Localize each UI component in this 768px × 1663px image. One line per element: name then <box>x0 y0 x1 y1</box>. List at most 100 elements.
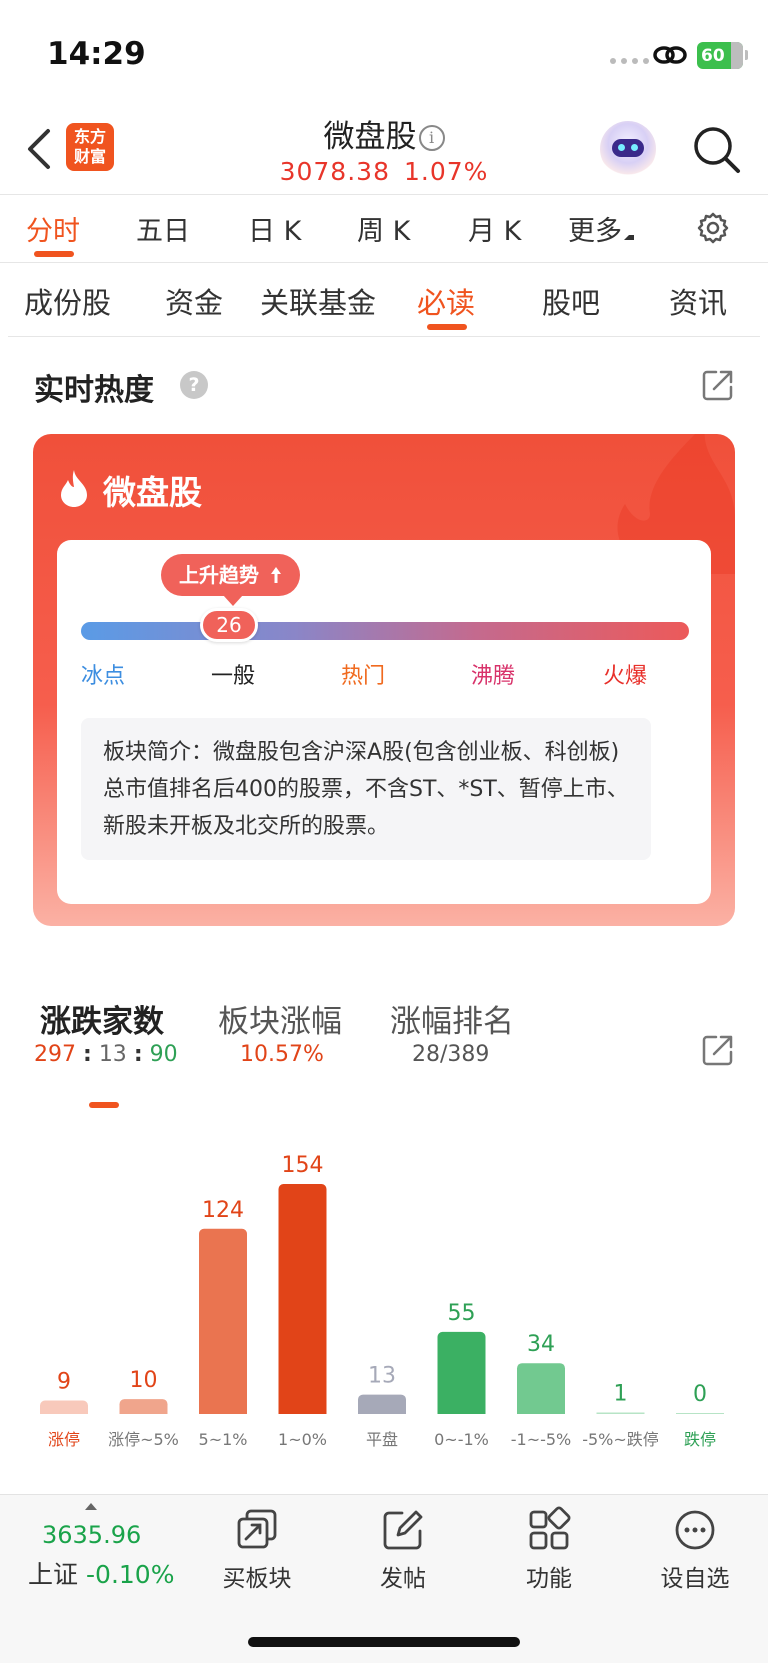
bar-2 <box>199 1228 247 1414</box>
intro-label: 板块简介： <box>103 740 214 765</box>
bar-category-label: 涨停~5% <box>108 1430 179 1449</box>
apps-icon <box>529 1506 571 1550</box>
battery-level: 60 <box>701 45 725 66</box>
bar-base-5 <box>437 1409 486 1414</box>
tab-related-funds[interactable]: 关联基金 <box>260 280 376 322</box>
tab-indicator <box>427 324 467 330</box>
bar-category-label: 0~-1% <box>434 1430 489 1449</box>
separator: : <box>83 1042 92 1067</box>
bar-value-label: 34 <box>527 1332 555 1357</box>
bar-value-label: 0 <box>693 1382 707 1407</box>
gain-rank-value: 28/389 <box>412 1042 490 1067</box>
decliners-count: 90 <box>149 1042 178 1067</box>
bar-value-label: 1 <box>614 1382 628 1407</box>
bar-category-label: -5%~跌停 <box>582 1430 659 1449</box>
tab-monthly-k[interactable]: 月 K <box>468 209 521 248</box>
tab-more[interactable]: 更多 <box>568 209 634 248</box>
advance-decline-values: 297 : 13 : 90 <box>34 1042 178 1067</box>
buy-sector-label: 买板块 <box>222 1566 292 1592</box>
bar-value-label: 55 <box>448 1301 476 1326</box>
heat-gauge-bar <box>81 622 689 640</box>
sector-name: 微盘股 <box>103 473 202 512</box>
tab-daily-k[interactable]: 日 K <box>248 209 301 248</box>
tab-five-day[interactable]: 五日 <box>136 209 190 248</box>
period-tabs: 分时 五日 日 K 周 K 月 K 更多 <box>0 195 768 261</box>
bar-base-3 <box>278 1409 327 1414</box>
bar-value-label: 9 <box>57 1370 71 1395</box>
tab-indicator <box>34 251 74 257</box>
functions-button[interactable]: 功能 <box>494 1505 604 1593</box>
tab-funds-flow[interactable]: 资金 <box>165 280 223 322</box>
tab-sector-gain[interactable]: 板块涨幅 <box>218 996 342 1041</box>
tab-indicator <box>89 1102 119 1108</box>
page-title-text: 微盘股 <box>323 119 417 155</box>
post-label: 发帖 <box>380 1566 426 1592</box>
bar-value-label: 124 <box>202 1198 244 1223</box>
tab-news[interactable]: 资讯 <box>669 280 727 322</box>
index-change: 1.07% <box>403 157 489 186</box>
sector-gain-value: 10.57% <box>240 1042 324 1067</box>
bar-category-label: 涨停 <box>48 1430 80 1449</box>
bar-8 <box>676 1413 724 1414</box>
share-icon[interactable] <box>700 367 736 403</box>
tab-weekly-k[interactable]: 周 K <box>357 209 410 248</box>
search-icon[interactable] <box>692 125 742 175</box>
bar-base-1 <box>119 1409 168 1414</box>
add-watchlist-label: 设自选 <box>660 1566 730 1592</box>
share-icon[interactable] <box>700 1032 736 1068</box>
caret-down-icon <box>624 235 634 240</box>
sector-intro: 板块简介：微盘股包含沪深A股(包含创业板、科创板)总市值排名后400的股票，不含… <box>81 718 651 860</box>
tab-constituents[interactable]: 成份股 <box>24 280 111 322</box>
bottom-bar: 3635.96 上证 -0.10% 买板块 发帖 功能 设自选 <box>0 1494 768 1663</box>
bar-5 <box>437 1331 486 1414</box>
trend-badge: 上升趋势 <box>161 554 300 606</box>
trend-label: 上升趋势 <box>179 563 259 587</box>
help-icon[interactable]: ? <box>180 371 208 399</box>
battery-icon: 60 <box>697 42 743 69</box>
gear-icon[interactable] <box>696 211 730 245</box>
bar-7 <box>596 1412 645 1414</box>
tab-forum[interactable]: 股吧 <box>542 280 600 322</box>
caret-up-icon[interactable] <box>85 1503 97 1510</box>
tab-intraday[interactable]: 分时 <box>26 209 80 248</box>
link-icon <box>653 46 687 64</box>
functions-label: 功能 <box>526 1566 572 1592</box>
sh-index-value[interactable]: 3635.96 <box>42 1521 141 1549</box>
bar-category-label: 1~0% <box>278 1430 327 1449</box>
index-price: 3078.38 <box>279 157 390 186</box>
bar-category-label: 跌停 <box>684 1430 716 1449</box>
tab-must-read[interactable]: 必读 <box>417 280 475 322</box>
nav-header: 东方 财富 微盘股 i 3078.38 1.07% <box>0 105 768 193</box>
add-watchlist-button[interactable]: 设自选 <box>640 1505 750 1593</box>
bar-base-0 <box>40 1409 88 1414</box>
signal-icon <box>610 58 649 64</box>
heat-meter-panel: 上升趋势 26 冰点 一般 热门 沸腾 火爆 板块简介：微盘股包含沪深A股(包含… <box>57 540 711 904</box>
bar-3 <box>278 1184 327 1414</box>
bar-base-2 <box>199 1409 247 1414</box>
status-bar: 14:29 60 <box>0 0 768 100</box>
advancers-count: 297 <box>34 1042 76 1067</box>
bar-value-label: 10 <box>130 1368 158 1393</box>
flat-count: 13 <box>98 1042 127 1067</box>
bar-category-label: 5~1% <box>199 1430 248 1449</box>
tab-gain-rank[interactable]: 涨幅排名 <box>390 996 514 1041</box>
flame-icon <box>61 470 87 507</box>
heat-score: 26 <box>200 608 258 642</box>
divider <box>8 336 760 337</box>
info-icon[interactable]: i <box>418 125 445 151</box>
advance-decline-chart: 9涨停10涨停~5%1245~1%1541~0%13平盘550~-1%34-1~… <box>40 1153 724 1449</box>
bar-category-label: 平盘 <box>366 1430 398 1449</box>
sh-index-change: -0.10% <box>86 1560 175 1589</box>
level-boiling: 沸腾 <box>471 664 516 689</box>
more-icon <box>675 1510 715 1550</box>
home-indicator <box>248 1637 520 1647</box>
buy-sector-button[interactable]: 买板块 <box>202 1505 312 1593</box>
bar-category-label: -1~-5% <box>511 1430 572 1449</box>
post-button[interactable]: 发帖 <box>348 1505 458 1593</box>
tab-more-label: 更多 <box>568 216 622 247</box>
tab-advance-decline[interactable]: 涨跌家数 <box>40 996 164 1041</box>
bar-6 <box>517 1363 565 1414</box>
level-ice: 冰点 <box>81 664 126 689</box>
bar-base-6 <box>517 1409 565 1414</box>
sh-index[interactable]: 上证 -0.10% <box>28 1555 174 1591</box>
